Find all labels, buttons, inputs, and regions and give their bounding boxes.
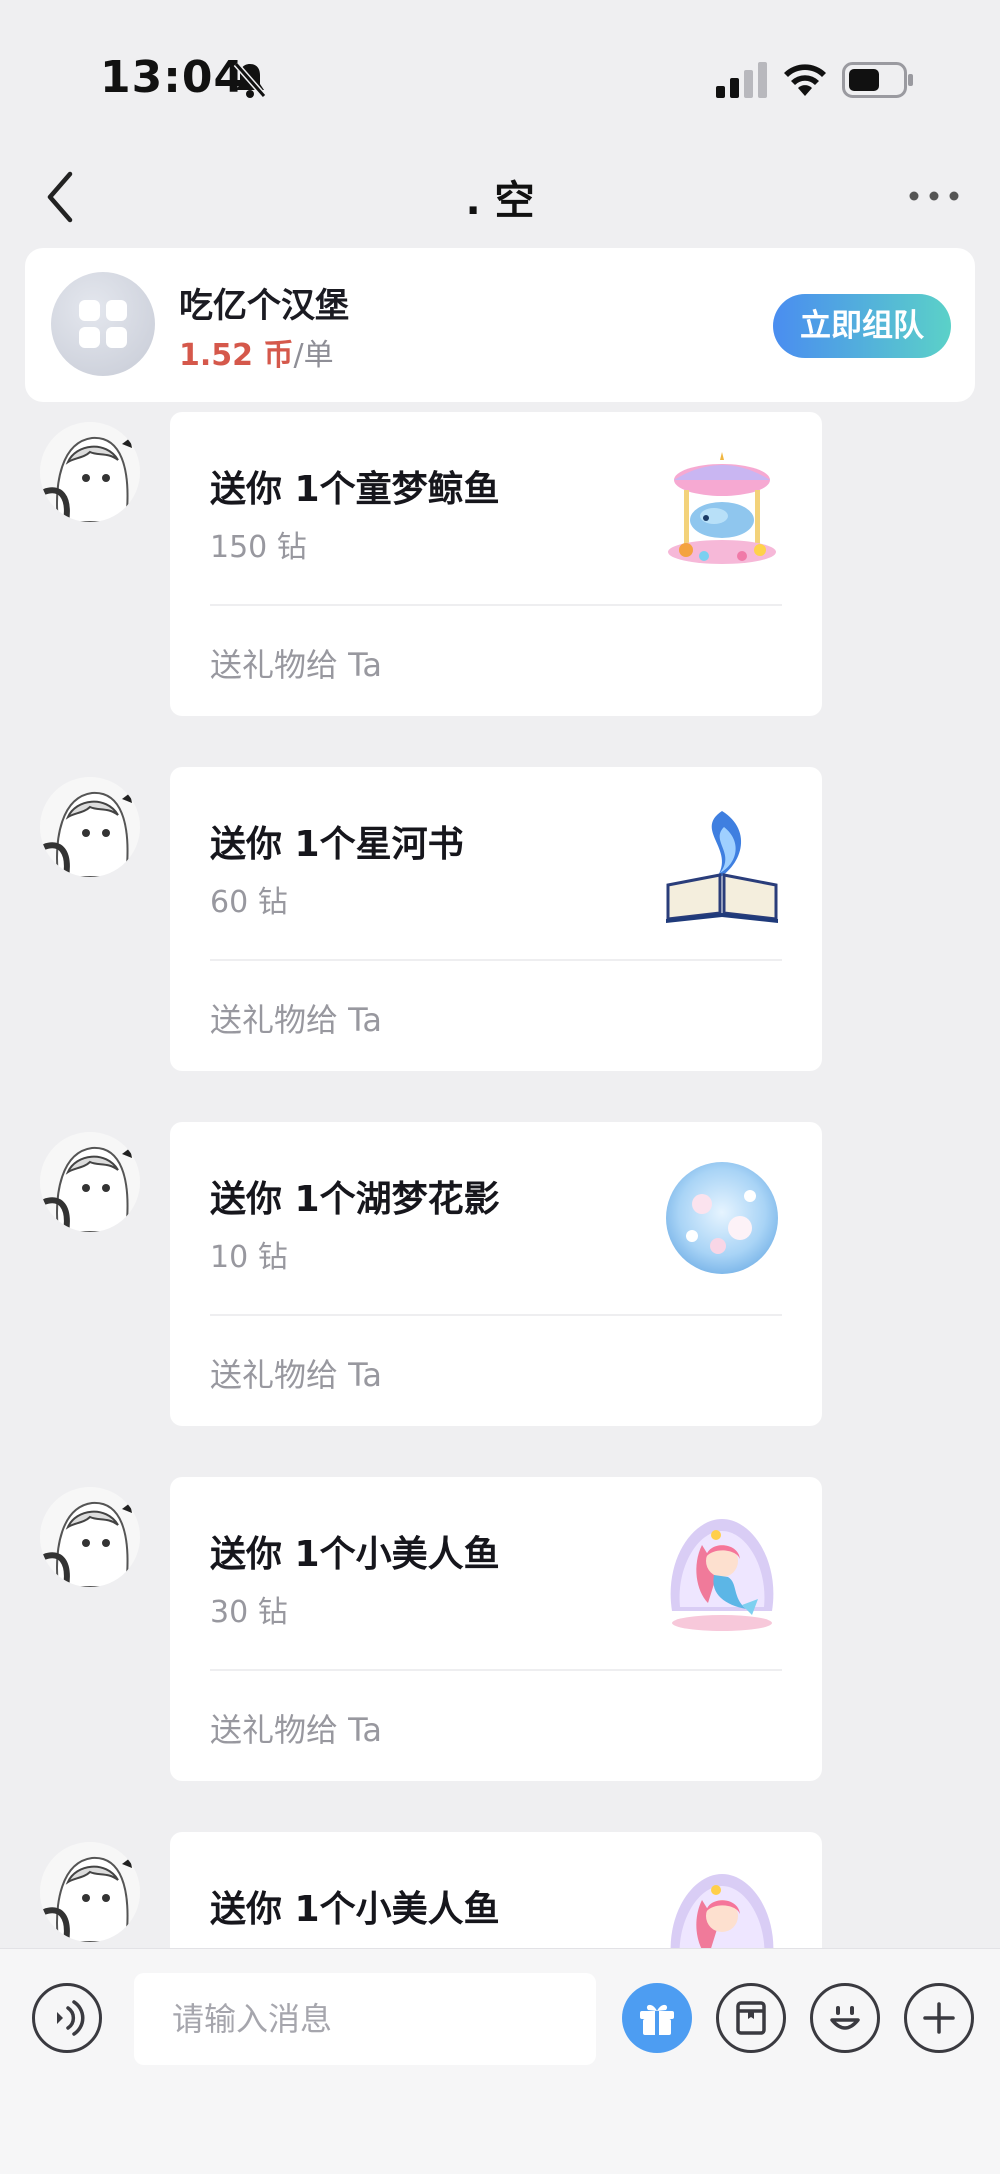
emoji-icon xyxy=(830,2006,860,2030)
little-mermaid-gift-image xyxy=(670,1519,774,1631)
gift-title: 送你 1个童梦鲸鱼 xyxy=(210,469,500,510)
order-price: 1.52 币 xyxy=(179,338,294,373)
order-avatar xyxy=(51,272,155,376)
emoji-button[interactable] xyxy=(810,1983,880,2053)
order-price-row: 1.52 币/单 xyxy=(179,330,334,374)
voice-icon xyxy=(57,2000,85,2036)
gift-title: 送你 1个湖梦花影 xyxy=(210,1179,500,1220)
team-up-button[interactable]: 立即组队 xyxy=(773,294,951,358)
gift-title: 送你 1个小美人鱼 xyxy=(210,1534,500,1575)
send-gift-link[interactable]: 送礼物给 Ta xyxy=(210,640,382,686)
divider xyxy=(210,1314,782,1316)
album-icon xyxy=(736,2001,766,2035)
gift-card[interactable]: 送你 1个湖梦花影 10 钻 送礼物给 Ta xyxy=(170,1122,822,1426)
gift-icon xyxy=(640,2004,674,2035)
status-time: 13:04 xyxy=(100,52,246,103)
order-unit: /单 xyxy=(293,338,334,373)
avatar[interactable] xyxy=(40,1487,140,1587)
plus-icon xyxy=(923,2002,955,2034)
chat-list[interactable]: 送你 1个童梦鲸鱼 150 钻 送礼物给 Ta 送你 1个星河书 60 钻 送礼… xyxy=(0,402,1000,1948)
grid-apps-icon xyxy=(79,300,127,348)
avatar[interactable] xyxy=(40,1132,140,1232)
gift-card[interactable]: 送你 1个小美人鱼 xyxy=(170,1832,822,1948)
status-bar: 13:04 xyxy=(0,0,1000,150)
input-bar xyxy=(0,1948,1000,2174)
list-item: 送你 1个童梦鲸鱼 150 钻 送礼物给 Ta xyxy=(0,412,1000,722)
gift-price: 30 钻 xyxy=(210,1595,288,1630)
send-gift-link[interactable]: 送礼物给 Ta xyxy=(210,1350,382,1396)
carousel-whale-gift-image xyxy=(668,452,776,564)
avatar[interactable] xyxy=(40,777,140,877)
signal-icon xyxy=(716,62,767,98)
battery-icon xyxy=(842,62,913,98)
message-input[interactable] xyxy=(134,1973,596,2065)
gift-title: 送你 1个星河书 xyxy=(210,824,464,865)
gift-title: 送你 1个小美人鱼 xyxy=(210,1889,500,1930)
gift-card[interactable]: 送你 1个小美人鱼 30 钻 送礼物给 Ta xyxy=(170,1477,822,1781)
order-card[interactable]: 吃亿个汉堡 1.52 币/单 立即组队 xyxy=(25,248,975,402)
avatar[interactable] xyxy=(40,1842,140,1942)
lake-flower-orb-gift-image xyxy=(666,1162,778,1274)
list-item: 送你 1个小美人鱼 xyxy=(0,1832,1000,1948)
list-item: 送你 1个小美人鱼 30 钻 送礼物给 Ta xyxy=(0,1477,1000,1787)
voice-button[interactable] xyxy=(32,1983,102,2053)
order-name: 吃亿个汉堡 xyxy=(179,286,349,326)
gift-price: 10 钻 xyxy=(210,1240,288,1275)
list-item: 送你 1个湖梦花影 10 钻 送礼物给 Ta xyxy=(0,1122,1000,1432)
divider xyxy=(210,604,782,606)
bell-slash-icon xyxy=(233,62,267,98)
gift-card[interactable]: 送你 1个童梦鲸鱼 150 钻 送礼物给 Ta xyxy=(170,412,822,716)
nav-bar: . 空 xyxy=(0,150,1000,250)
gift-price: 150 钻 xyxy=(210,530,307,565)
anime-avatar-icon xyxy=(40,777,140,877)
album-button[interactable] xyxy=(716,1983,786,2053)
wifi-icon xyxy=(784,64,826,96)
divider xyxy=(210,1669,782,1671)
galaxy-book-gift-image xyxy=(666,811,778,923)
list-item: 送你 1个星河书 60 钻 送礼物给 Ta xyxy=(0,767,1000,1077)
plus-button[interactable] xyxy=(904,1983,974,2053)
gift-card[interactable]: 送你 1个星河书 60 钻 送礼物给 Ta xyxy=(170,767,822,1071)
anime-avatar-icon xyxy=(40,1487,140,1587)
avatar[interactable] xyxy=(40,422,140,522)
chevron-left-icon[interactable] xyxy=(40,162,84,232)
more-dots-icon[interactable] xyxy=(904,178,964,214)
send-gift-link[interactable]: 送礼物给 Ta xyxy=(210,1705,382,1751)
gift-button[interactable] xyxy=(622,1983,692,2053)
anime-avatar-icon xyxy=(40,1132,140,1232)
send-gift-link[interactable]: 送礼物给 Ta xyxy=(210,995,382,1041)
little-mermaid-gift-image xyxy=(670,1874,774,1948)
anime-avatar-icon xyxy=(40,422,140,522)
gift-price: 60 钻 xyxy=(210,885,288,920)
divider xyxy=(210,959,782,961)
page-title: . 空 xyxy=(465,178,535,224)
anime-avatar-icon xyxy=(40,1842,140,1942)
